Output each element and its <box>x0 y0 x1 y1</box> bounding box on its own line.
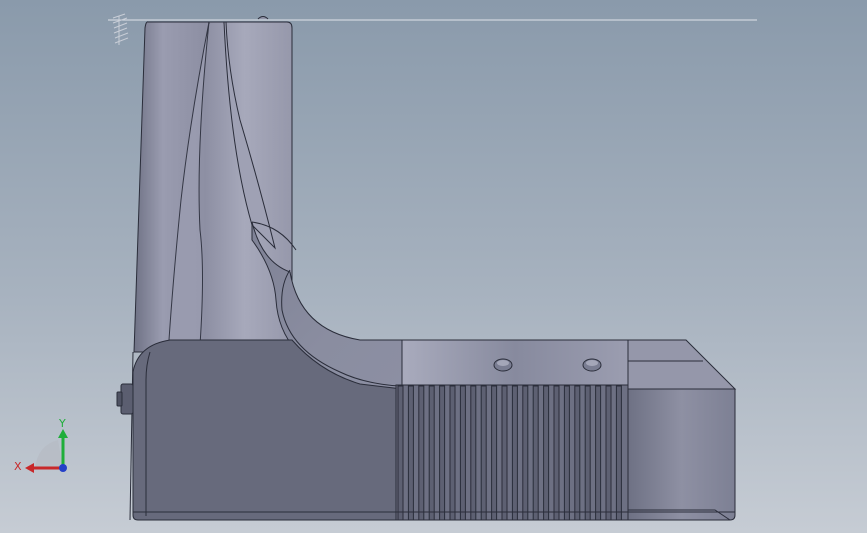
y-axis-label: Y <box>58 417 66 430</box>
orientation-triad: Y X <box>14 417 68 473</box>
3d-model-viewport[interactable]: Y X <box>0 0 867 533</box>
x-axis-label: X <box>14 460 22 473</box>
z-axis-dot <box>59 464 67 472</box>
